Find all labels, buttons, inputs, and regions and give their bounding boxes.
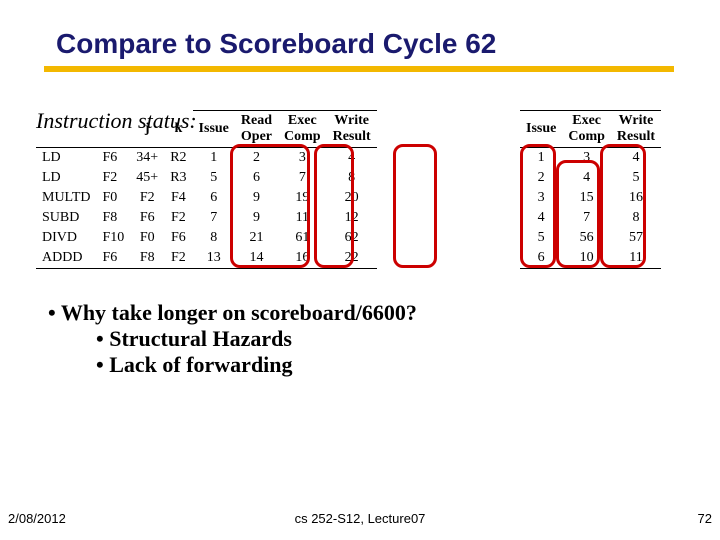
col-write: WriteResult <box>327 111 377 148</box>
table-row: 4 7 8 <box>520 208 661 228</box>
footer-page: 72 <box>698 511 712 526</box>
col-exec: ExecComp <box>562 111 611 148</box>
title-underline <box>44 66 674 72</box>
table-row: 1 3 4 <box>520 148 661 169</box>
bullet-question: • Why take longer on scoreboard/6600? <box>48 300 417 326</box>
table-row: DIVD F10 F0 F6 8 21 61 62 <box>36 228 377 248</box>
col-read: ReadOper <box>235 111 278 148</box>
slide-title: Compare to Scoreboard Cycle 62 <box>56 28 496 60</box>
cell-fi: F6 <box>97 148 131 169</box>
cell-op: LD <box>36 148 97 169</box>
cell-k: R2 <box>164 148 192 169</box>
col-issue: Issue <box>193 111 235 148</box>
col-write: WriteResult <box>611 111 661 148</box>
table-row: 2 4 5 <box>520 168 661 188</box>
cell-write: 4 <box>327 148 377 169</box>
cell-j: 34+ <box>130 148 164 169</box>
instruction-status-table: j k Issue ReadOper ExecComp WriteResult … <box>36 110 377 269</box>
table-row: MULTD F0 F2 F4 6 9 19 20 <box>36 188 377 208</box>
table-row: 3 15 16 <box>520 188 661 208</box>
table-row: LD F2 45+ R3 5 6 7 8 <box>36 168 377 188</box>
table-header-row: j k Issue ReadOper ExecComp WriteResult <box>36 111 377 148</box>
cell-issue: 1 <box>193 148 235 169</box>
highlight-ring <box>393 144 437 268</box>
table-row: ADDD F6 F8 F2 13 14 16 22 <box>36 248 377 269</box>
tomasulo-table: Issue ExecComp WriteResult 1 3 4 2 4 5 3… <box>520 110 661 269</box>
table-row: 5 56 57 <box>520 228 661 248</box>
table-row: LD F6 34+ R2 1 2 3 4 <box>36 148 377 169</box>
col-j: j <box>130 111 164 148</box>
col-instr <box>36 111 130 148</box>
footer-center: cs 252-S12, Lecture07 <box>0 511 720 526</box>
bullets: • Why take longer on scoreboard/6600? • … <box>48 300 417 378</box>
cell-exec: 3 <box>278 148 327 169</box>
col-issue: Issue <box>520 111 562 148</box>
table-header-row: Issue ExecComp WriteResult <box>520 111 661 148</box>
bullet-answer-1: • Structural Hazards <box>96 326 417 352</box>
table-row: SUBD F8 F6 F2 7 9 11 12 <box>36 208 377 228</box>
cell-read: 2 <box>235 148 278 169</box>
col-exec: ExecComp <box>278 111 327 148</box>
bullet-answer-2: • Lack of forwarding <box>96 352 417 378</box>
col-k: k <box>164 111 192 148</box>
table-row: 6 10 11 <box>520 248 661 269</box>
